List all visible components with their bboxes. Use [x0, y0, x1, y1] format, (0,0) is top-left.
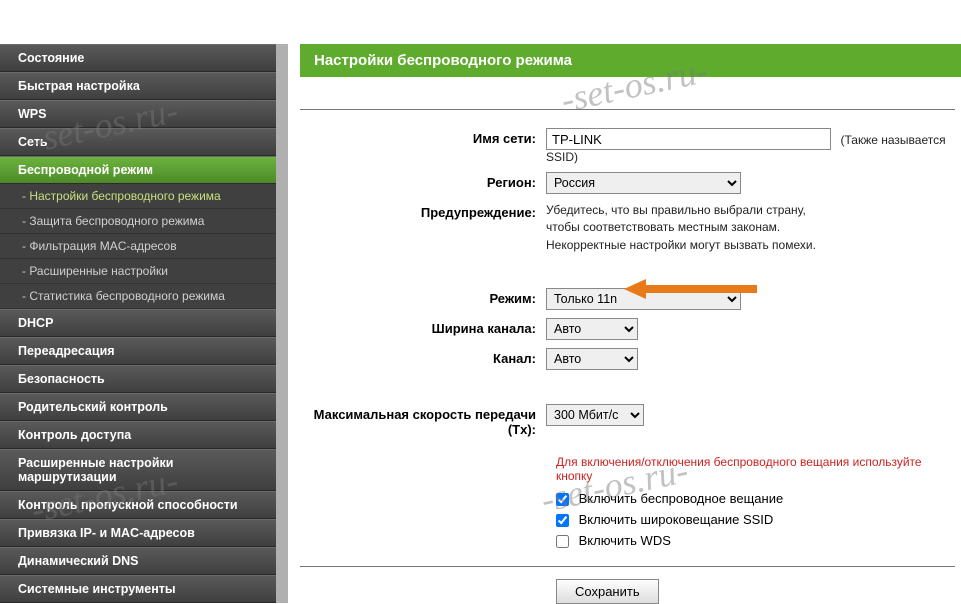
sidebar-item-network[interactable]: Сеть [0, 128, 276, 156]
sidebar-sub-wireless-security[interactable]: - Защита беспроводного режима [0, 209, 276, 234]
chk-wds-label: Включить WDS [579, 533, 671, 548]
region-select[interactable]: Россия [546, 172, 741, 194]
mode-select[interactable]: Только 11n [546, 288, 741, 310]
page-title: Настройки беспроводного режима [300, 44, 961, 77]
sidebar-item-wps[interactable]: WPS [0, 100, 276, 128]
sidebar-item-forwarding[interactable]: Переадресация [0, 337, 276, 365]
width-label: Ширина канала: [300, 318, 546, 336]
content-area: Настройки беспроводного режима Имя сети:… [300, 44, 961, 604]
sidebar-sub-mac-filter[interactable]: - Фильтрация MAC-адресов [0, 234, 276, 259]
divider [300, 566, 955, 567]
chk-wds[interactable] [556, 535, 569, 548]
sidebar-item-parental[interactable]: Родительский контроль [0, 393, 276, 421]
sidebar-item-bandwidth[interactable]: Контроль пропускной способности [0, 491, 276, 519]
sidebar-sub-advanced[interactable]: - Расширенные настройки [0, 259, 276, 284]
sidebar-item-ddns[interactable]: Динамический DNS [0, 547, 276, 575]
sidebar-item-routing[interactable]: Расширенные настройки маршрутизации [0, 449, 276, 491]
chk-ssid[interactable] [556, 514, 569, 527]
sidebar-item-access[interactable]: Контроль доступа [0, 421, 276, 449]
sidebar-item-system[interactable]: Системные инструменты [0, 575, 276, 603]
sidebar-item-quicksetup[interactable]: Быстрая настройка [0, 72, 276, 100]
sidebar-item-wireless[interactable]: Беспроводной режим [0, 156, 276, 184]
divider-stripe [276, 44, 288, 603]
sidebar-item-ipmac[interactable]: Привязка IP- и MAC-адресов [0, 519, 276, 547]
chk-broadcast-label: Включить беспроводное вещание [579, 491, 784, 506]
channel-label: Канал: [300, 348, 546, 366]
ssid-label: Имя сети: [300, 128, 546, 146]
sidebar-item-status[interactable]: Состояние [0, 44, 276, 72]
width-select[interactable]: Авто [546, 318, 638, 340]
note-text: Для включения/отключения беспроводного в… [556, 455, 961, 483]
sidebar: Состояние Быстрая настройка WPS Сеть Бес… [0, 44, 276, 603]
form-area: Имя сети: (Также называется SSID) Регион… [300, 77, 961, 604]
txrate-select[interactable]: 300 Мбит/с [546, 404, 644, 426]
chk-ssid-label: Включить широковещание SSID [579, 512, 774, 527]
channel-select[interactable]: Авто [546, 348, 638, 370]
mode-label: Режим: [300, 288, 546, 306]
sidebar-sub-statistics[interactable]: - Статистика беспроводного режима [0, 284, 276, 309]
divider [300, 109, 955, 110]
ssid-input[interactable] [546, 128, 831, 150]
txrate-label: Максимальная скорость передачи (Tx): [300, 404, 546, 437]
chk-broadcast[interactable] [556, 493, 569, 506]
sidebar-sub-wireless-settings[interactable]: - Настройки беспроводного режима [0, 184, 276, 209]
warning-text: Убедитесь, что вы правильно выбрали стра… [546, 202, 961, 254]
region-label: Регион: [300, 172, 546, 190]
sidebar-item-dhcp[interactable]: DHCP [0, 309, 276, 337]
sidebar-item-security[interactable]: Безопасность [0, 365, 276, 393]
warning-label: Предупреждение: [300, 202, 546, 220]
save-button[interactable]: Сохранить [556, 579, 659, 604]
